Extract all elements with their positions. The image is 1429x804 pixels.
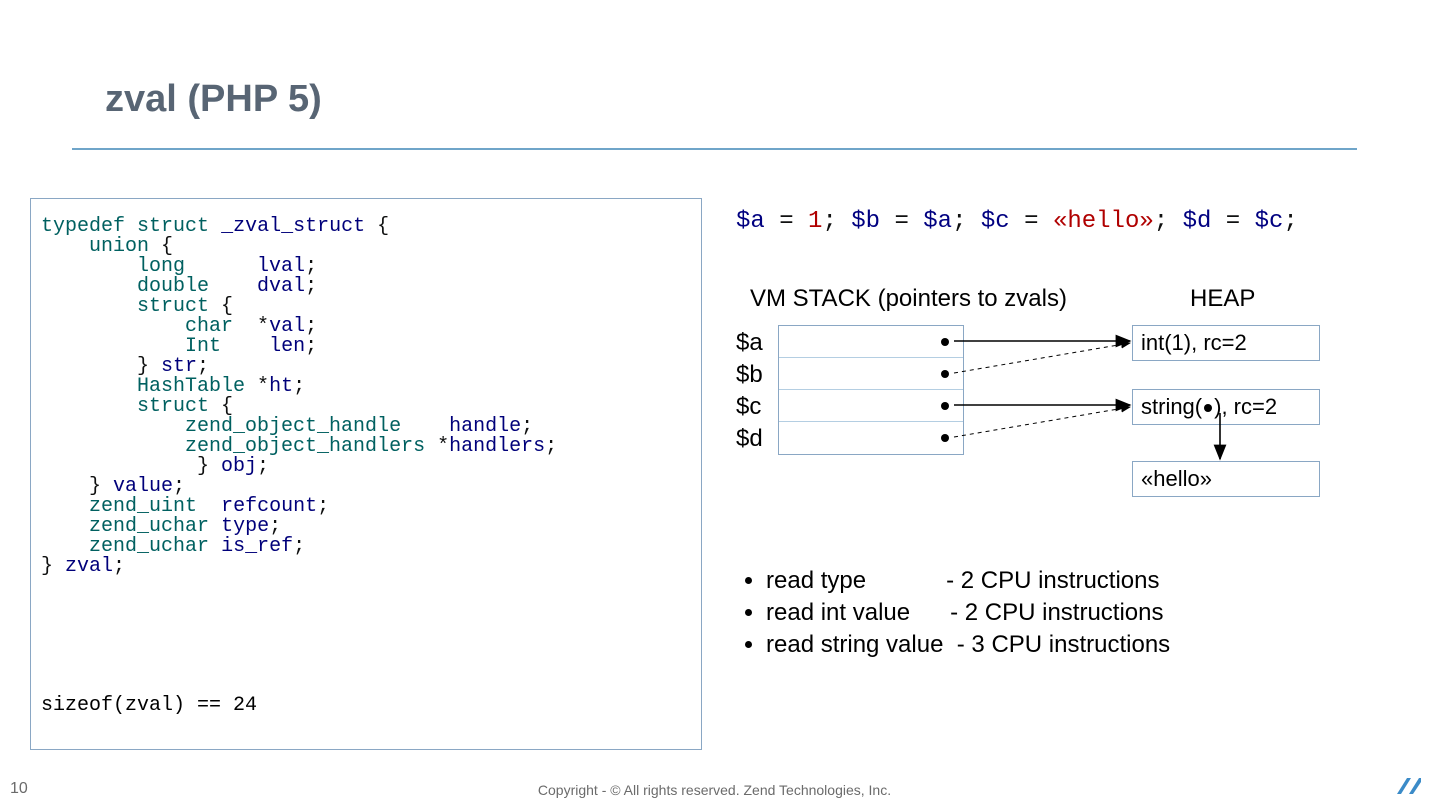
php-assignments: $a = 1; $b = $a; $c = «hello»; $d = $c; bbox=[736, 208, 1386, 235]
sizeof-line: sizeof(zval) == 24 bbox=[41, 694, 257, 717]
memory-diagram: VM STACK (pointers to zvals) HEAP $a$b$c… bbox=[736, 285, 1386, 545]
stack-box bbox=[778, 325, 964, 455]
right-column: $a = 1; $b = $a; $c = «hello»; $d = $c; … bbox=[736, 208, 1386, 661]
variable-label: $b bbox=[736, 359, 763, 391]
pointer-dot-icon bbox=[941, 338, 949, 346]
bullet-item: read int value - 2 CPU instructions bbox=[766, 597, 1386, 629]
page-number: 10 bbox=[10, 780, 28, 798]
heap-hello-box: «hello» bbox=[1132, 461, 1320, 497]
pointer-dot-icon bbox=[941, 370, 949, 378]
cpu-bullets: read type - 2 CPU instructionsread int v… bbox=[736, 565, 1386, 661]
heap-string-suffix: ), rc=2 bbox=[1214, 394, 1277, 419]
code-listing: typedef struct _zval_struct { union { lo… bbox=[41, 217, 691, 577]
copyright: Copyright - © All rights reserved. Zend … bbox=[538, 782, 891, 798]
variable-label: $c bbox=[736, 391, 763, 423]
stack-cell bbox=[779, 422, 963, 454]
heap-string-prefix: string( bbox=[1141, 394, 1202, 419]
zend-logo-icon bbox=[1397, 776, 1421, 796]
heap-string-box: string( ), rc=2 bbox=[1132, 389, 1320, 425]
vm-stack-label: VM STACK (pointers to zvals) bbox=[750, 285, 1067, 313]
stack-cell bbox=[779, 358, 963, 390]
code-block: typedef struct _zval_struct { union { lo… bbox=[30, 198, 702, 750]
divider bbox=[72, 148, 1357, 150]
pointer-dot-icon bbox=[941, 434, 949, 442]
bullet-item: read type - 2 CPU instructions bbox=[766, 565, 1386, 597]
heap-int-box: int(1), rc=2 bbox=[1132, 325, 1320, 361]
variable-label: $d bbox=[736, 423, 763, 455]
variable-label: $a bbox=[736, 327, 763, 359]
slide-title: zval (PHP 5) bbox=[105, 78, 322, 121]
pointer-dot-icon bbox=[1204, 404, 1212, 412]
bullet-item: read string value - 3 CPU instructions bbox=[766, 629, 1386, 661]
variable-names: $a$b$c$d bbox=[736, 327, 763, 455]
heap-label: HEAP bbox=[1190, 285, 1255, 313]
pointer-dot-icon bbox=[941, 402, 949, 410]
stack-cell bbox=[779, 326, 963, 358]
footer: 10 Copyright - © All rights reserved. Ze… bbox=[0, 774, 1429, 798]
stack-cell bbox=[779, 390, 963, 422]
